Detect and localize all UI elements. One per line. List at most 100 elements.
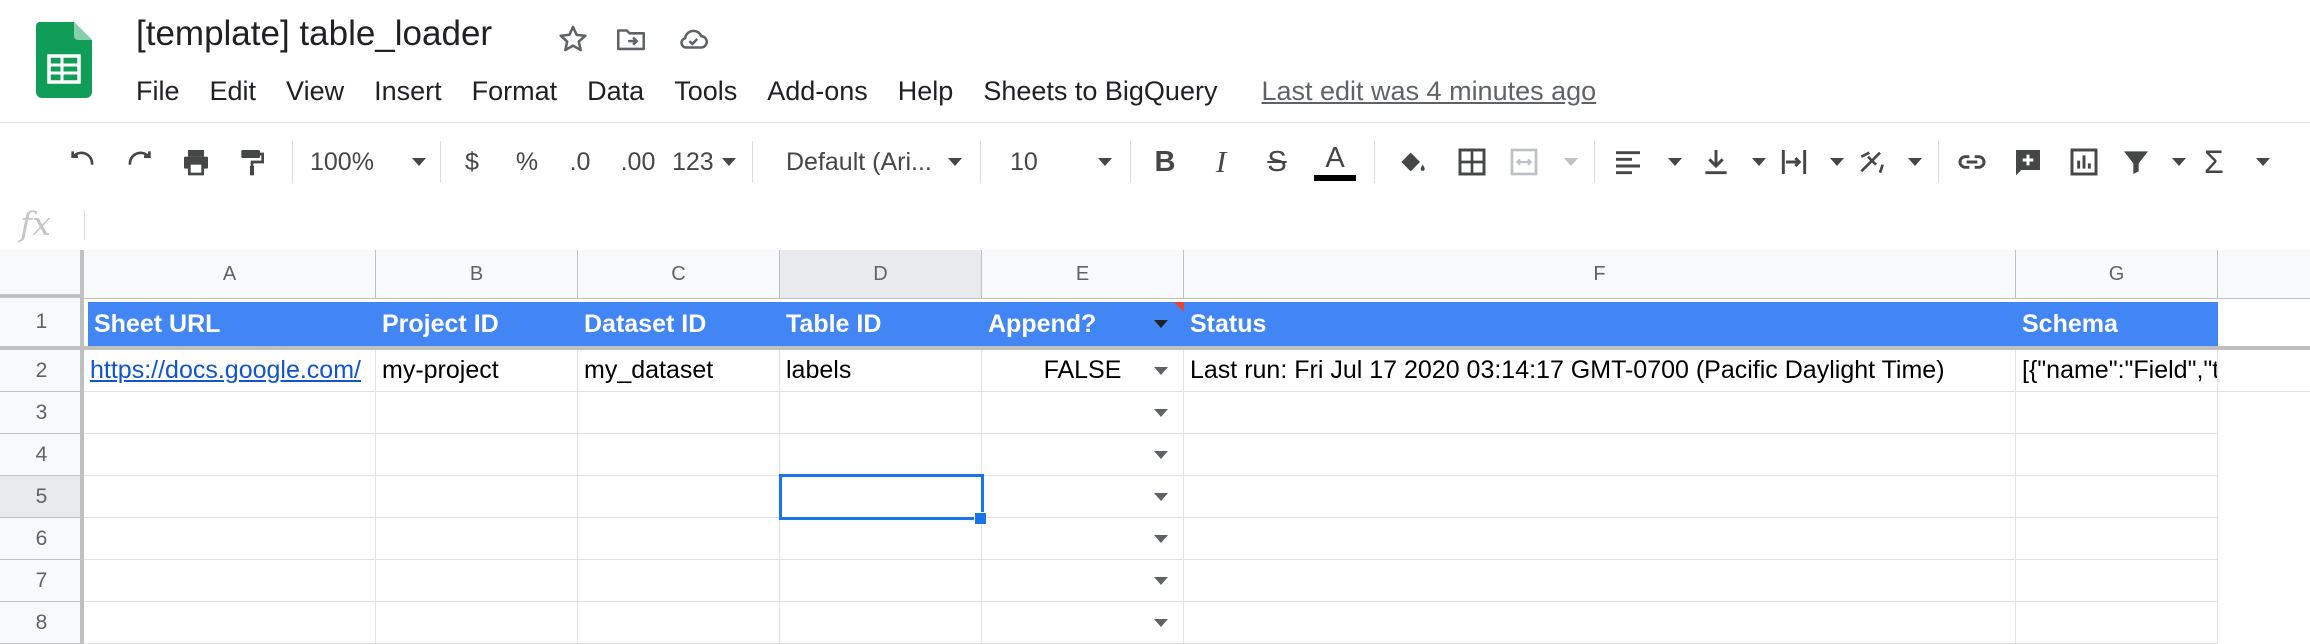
cell-d3[interactable] <box>780 392 982 434</box>
cell-g8[interactable] <box>2016 602 2218 644</box>
cell-d6[interactable] <box>780 518 982 560</box>
cell-f6[interactable] <box>1184 518 2016 560</box>
document-title[interactable]: [template] table_loader <box>136 14 492 54</box>
borders-icon[interactable] <box>1452 123 1492 201</box>
menu-edit[interactable]: Edit <box>210 76 257 107</box>
cell-g7[interactable] <box>2016 560 2218 602</box>
row-header-2[interactable]: 2 <box>0 350 84 392</box>
increase-decimal-button[interactable]: .00 <box>614 123 662 201</box>
select-all-corner[interactable] <box>0 250 84 298</box>
cell-a6[interactable] <box>84 518 376 560</box>
cloud-saved-icon[interactable] <box>676 22 710 56</box>
column-header-a[interactable]: A <box>84 250 376 298</box>
cell-f5[interactable] <box>1184 476 2016 518</box>
cell-c4[interactable] <box>578 434 780 476</box>
cell-b5[interactable] <box>376 476 578 518</box>
insert-link-icon[interactable] <box>1952 123 1992 201</box>
currency-format-button[interactable]: $ <box>456 123 488 201</box>
cell-g2[interactable]: [{"name":"Field","type":"D <box>2016 350 2218 392</box>
cell-e5-dropdown-icon[interactable] <box>1154 493 1168 501</box>
column-header-d[interactable]: D <box>780 250 982 298</box>
cell-b3[interactable] <box>376 392 578 434</box>
selected-cell-d5[interactable] <box>779 474 984 520</box>
menu-insert[interactable]: Insert <box>374 76 442 107</box>
row-header-1[interactable]: 1 <box>0 298 84 350</box>
cell-e1-dropdown-icon[interactable] <box>1154 320 1168 328</box>
menu-add-ons[interactable]: Add-ons <box>767 76 868 107</box>
cell-c8[interactable] <box>578 602 780 644</box>
cell-d8[interactable] <box>780 602 982 644</box>
column-header-g[interactable]: G <box>2016 250 2218 298</box>
font-size-select[interactable]: 10 <box>1010 123 1112 201</box>
row-header-5[interactable]: 5 <box>0 476 84 518</box>
cell-e3-dropdown-icon[interactable] <box>1154 409 1168 417</box>
percent-format-button[interactable]: % <box>510 123 544 201</box>
fill-handle[interactable] <box>974 512 987 525</box>
cell-e4-dropdown-icon[interactable] <box>1154 451 1168 459</box>
cell-h2[interactable] <box>2218 350 2310 392</box>
row-header-6[interactable]: 6 <box>0 518 84 560</box>
cell-b2[interactable]: my-project <box>376 350 578 392</box>
cell-e8-dropdown-icon[interactable] <box>1154 619 1168 627</box>
cell-d7[interactable] <box>780 560 982 602</box>
column-header-e[interactable]: E <box>982 250 1184 298</box>
cell-a2[interactable]: https://docs.google.com/ <box>84 350 376 392</box>
text-color-button[interactable]: A <box>1312 123 1358 201</box>
cell-a5[interactable] <box>84 476 376 518</box>
menu-tools[interactable]: Tools <box>674 76 737 107</box>
undo-icon[interactable] <box>60 123 104 201</box>
redo-icon[interactable] <box>118 123 162 201</box>
cell-f3[interactable] <box>1184 392 2016 434</box>
cell-a8[interactable] <box>84 602 376 644</box>
more-formats-select[interactable]: 123 <box>672 123 736 201</box>
column-header-c[interactable]: C <box>578 250 780 298</box>
italic-button[interactable]: I <box>1204 123 1238 201</box>
cell-g3[interactable] <box>2016 392 2218 434</box>
cell-e6-dropdown-icon[interactable] <box>1154 535 1168 543</box>
cell-a3[interactable] <box>84 392 376 434</box>
cell-b7[interactable] <box>376 560 578 602</box>
cell-f8[interactable] <box>1184 602 2016 644</box>
star-icon[interactable] <box>556 22 590 56</box>
column-header-f[interactable]: F <box>1184 250 2016 298</box>
zoom-select[interactable]: 100% <box>310 123 426 201</box>
cell-g1[interactable]: Schema <box>2016 302 2218 346</box>
font-family-select[interactable]: Default (Ari... <box>786 123 962 201</box>
bold-button[interactable]: B <box>1148 123 1182 201</box>
sheets-logo-icon[interactable] <box>36 22 92 98</box>
move-to-folder-icon[interactable] <box>614 22 648 56</box>
horizontal-align-icon[interactable] <box>1612 123 1682 201</box>
menu-sheets-to-bigquery[interactable]: Sheets to BigQuery <box>983 76 1217 107</box>
row-header-7[interactable]: 7 <box>0 560 84 602</box>
cell-d1[interactable]: Table ID <box>780 302 982 346</box>
menu-file[interactable]: File <box>136 76 180 107</box>
filter-icon[interactable] <box>2120 123 2186 201</box>
text-wrapping-icon[interactable] <box>1778 123 1844 201</box>
cell-f7[interactable] <box>1184 560 2016 602</box>
cell-g4[interactable] <box>2016 434 2218 476</box>
paint-format-icon[interactable] <box>230 123 274 201</box>
cell-b8[interactable] <box>376 602 578 644</box>
cell-f2[interactable]: Last run: Fri Jul 17 2020 03:14:17 GMT-0… <box>1184 350 2016 392</box>
cell-c6[interactable] <box>578 518 780 560</box>
cell-b4[interactable] <box>376 434 578 476</box>
merge-cells-icon[interactable] <box>1508 123 1578 201</box>
cell-g5[interactable] <box>2016 476 2218 518</box>
last-edit-link[interactable]: Last edit was 4 minutes ago <box>1261 76 1596 107</box>
cell-c7[interactable] <box>578 560 780 602</box>
cell-e2-dropdown-icon[interactable] <box>1154 367 1168 375</box>
cell-d4[interactable] <box>780 434 982 476</box>
cell-c5[interactable] <box>578 476 780 518</box>
fill-color-icon[interactable] <box>1392 123 1432 201</box>
menu-format[interactable]: Format <box>472 76 558 107</box>
formula-input[interactable] <box>100 208 2290 242</box>
menu-help[interactable]: Help <box>898 76 954 107</box>
insert-chart-icon[interactable] <box>2064 123 2104 201</box>
print-icon[interactable] <box>174 123 218 201</box>
vertical-align-icon[interactable] <box>1700 123 1766 201</box>
cell-c1[interactable]: Dataset ID <box>578 302 780 346</box>
cell-a1[interactable]: Sheet URL <box>88 302 376 346</box>
functions-icon[interactable]: Σ <box>2204 123 2270 201</box>
cell-b1[interactable]: Project ID <box>376 302 578 346</box>
cell-f1[interactable]: Status <box>1184 302 2016 346</box>
